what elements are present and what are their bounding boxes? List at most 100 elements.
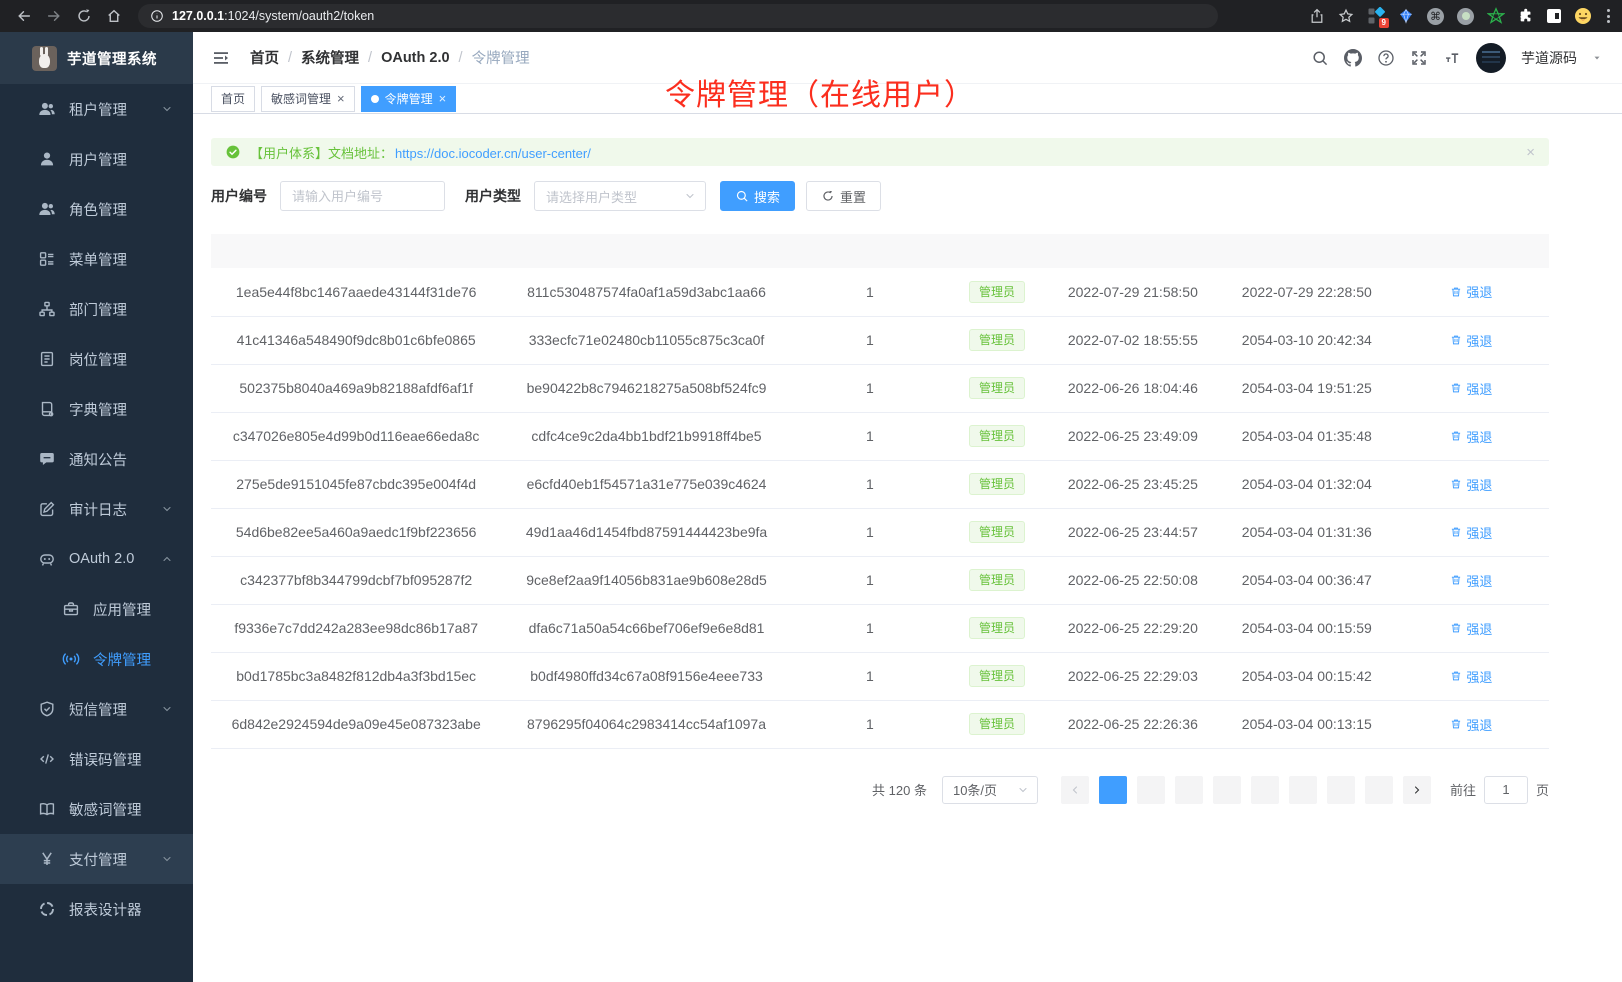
chevron-icon [161, 503, 173, 515]
side-panel-icon[interactable] [1547, 9, 1561, 23]
browser-back-button[interactable] [16, 8, 32, 24]
user-name[interactable]: 芋道源码 [1521, 48, 1577, 68]
page-button[interactable] [1213, 776, 1241, 804]
force-logout-button[interactable]: 强退 [1450, 475, 1492, 494]
sidebar-item[interactable]: 用户管理 [0, 134, 193, 184]
sidebar-item[interactable]: 支付管理 [0, 834, 193, 884]
create-time-cell: 2022-06-25 22:29:20 [1046, 604, 1220, 652]
tab-close-icon[interactable]: × [439, 92, 447, 105]
force-logout-button[interactable]: 强退 [1450, 667, 1492, 686]
sidebar-item-label: 菜单管理 [69, 249, 127, 270]
page-button[interactable] [1137, 776, 1165, 804]
force-logout-button[interactable]: 强退 [1450, 282, 1492, 301]
page-size-select[interactable]: 10条/页 [942, 776, 1038, 804]
goto-page-input[interactable] [1484, 776, 1528, 804]
user-type-badge: 管理员 [969, 713, 1025, 735]
sidebar-item[interactable]: 令牌管理 [0, 634, 193, 684]
page-button[interactable] [1327, 776, 1355, 804]
doc-link[interactable]: https://doc.iocoder.cn/user-center/ [395, 146, 591, 161]
bookmark-star-icon[interactable] [1338, 8, 1354, 24]
tab-close-icon[interactable]: × [337, 92, 345, 105]
breadcrumb-item[interactable]: 首页 [250, 47, 279, 68]
user-avatar[interactable] [1476, 43, 1506, 73]
table-header-cell [501, 234, 791, 268]
create-time-cell: 2022-06-25 22:50:08 [1046, 556, 1220, 604]
sidebar-item[interactable]: 短信管理 [0, 684, 193, 734]
alert-close-icon[interactable]: × [1526, 144, 1535, 161]
sidebar-item[interactable]: 菜单管理 [0, 234, 193, 284]
breadcrumb-item[interactable]: /令牌管理 [450, 47, 530, 68]
sidebar-item[interactable]: 字典管理 [0, 384, 193, 434]
page-button[interactable] [1251, 776, 1279, 804]
tab[interactable]: 令牌管理 × [361, 86, 457, 112]
reset-button[interactable]: 重置 [806, 181, 881, 211]
sidebar-item[interactable]: 角色管理 [0, 184, 193, 234]
browser-reload-button[interactable] [76, 8, 92, 24]
sidebar-item[interactable]: 部门管理 [0, 284, 193, 334]
user-type-select[interactable]: 请选择用户类型 [534, 181, 706, 211]
force-logout-button[interactable]: 强退 [1450, 331, 1492, 350]
profile-avatar-icon[interactable] [1574, 7, 1592, 25]
tab[interactable]: 首页 [211, 86, 255, 112]
extension-command-icon[interactable]: ⌘ [1427, 8, 1444, 25]
sidebar-item[interactable]: 租户管理 [0, 84, 193, 134]
sidebar-item[interactable]: 岗位管理 [0, 334, 193, 384]
action-cell: 强退 [1394, 556, 1549, 604]
sidebar-item[interactable]: 报表设计器 [0, 884, 193, 934]
sidebar-item[interactable]: 错误码管理 [0, 734, 193, 784]
page-button[interactable] [1365, 776, 1393, 804]
extension-record-icon[interactable] [1457, 8, 1474, 25]
github-icon[interactable] [1344, 49, 1362, 67]
browser-menu-icon[interactable] [1605, 7, 1612, 25]
select-arrow-icon [1017, 784, 1029, 796]
user-id-input[interactable] [280, 181, 445, 211]
table-row: 41c41346a548490f9dc8b01c6bfe0865 333ecfc… [211, 316, 1549, 364]
site-info-icon[interactable] [150, 9, 164, 23]
sidebar-item[interactable]: 审计日志 [0, 484, 193, 534]
extension-grid-icon[interactable]: 9 [1367, 7, 1385, 25]
sidebar-item[interactable]: 通知公告 [0, 434, 193, 484]
expire-time-cell: 2054-03-04 19:51:25 [1220, 364, 1394, 412]
address-bar[interactable]: 127.0.0.1:1024/system/oauth2/token [138, 4, 1218, 28]
help-icon[interactable] [1377, 49, 1395, 67]
extension-puzzle-icon[interactable] [1518, 8, 1534, 24]
search-button[interactable]: 搜索 [720, 181, 795, 211]
breadcrumb-item[interactable]: /OAuth 2.0 [359, 50, 450, 66]
tab[interactable]: 敏感词管理 × [261, 86, 355, 112]
sidebar-item[interactable]: 应用管理 [0, 584, 193, 634]
user-caret-icon[interactable] [1592, 53, 1602, 63]
search-button-icon [735, 189, 749, 203]
page-button[interactable] [1175, 776, 1203, 804]
sidebar-item-label: 租户管理 [69, 99, 127, 120]
force-logout-button[interactable]: 强退 [1450, 619, 1492, 638]
fullscreen-icon[interactable] [1410, 49, 1428, 67]
header-search-icon[interactable] [1311, 49, 1329, 67]
browser-home-button[interactable] [106, 8, 122, 24]
extension-star-icon[interactable] [1487, 7, 1505, 25]
next-page-button[interactable] [1403, 776, 1431, 804]
force-logout-button[interactable]: 强退 [1450, 571, 1492, 590]
app-logo[interactable]: 芋道管理系统 [0, 32, 193, 84]
force-logout-button[interactable]: 强退 [1450, 523, 1492, 542]
trash-icon [1450, 286, 1462, 298]
force-logout-button[interactable]: 强退 [1450, 379, 1492, 398]
trash-icon [1450, 334, 1462, 346]
force-logout-button[interactable]: 强退 [1450, 427, 1492, 446]
force-logout-button[interactable]: 强退 [1450, 715, 1492, 734]
create-time-cell: 2022-06-25 22:29:03 [1046, 652, 1220, 700]
user-type-cell: 管理员 [948, 508, 1046, 556]
hamburger-icon[interactable] [208, 45, 234, 71]
create-time-cell: 2022-07-02 18:55:55 [1046, 316, 1220, 364]
breadcrumb-item[interactable]: /系统管理 [279, 47, 359, 68]
prev-page-button[interactable] [1061, 776, 1089, 804]
user-type-badge: 管理员 [969, 329, 1025, 351]
browser-forward-button[interactable] [46, 8, 62, 24]
page-button[interactable] [1099, 776, 1127, 804]
page-button[interactable] [1289, 776, 1317, 804]
font-size-icon[interactable] [1443, 49, 1461, 67]
sidebar-item[interactable]: OAuth 2.0 [0, 534, 193, 584]
extension-gem-icon[interactable] [1398, 8, 1414, 24]
sidebar-item[interactable]: 敏感词管理 [0, 784, 193, 834]
chevron-icon [161, 853, 173, 865]
share-icon[interactable] [1309, 8, 1325, 24]
